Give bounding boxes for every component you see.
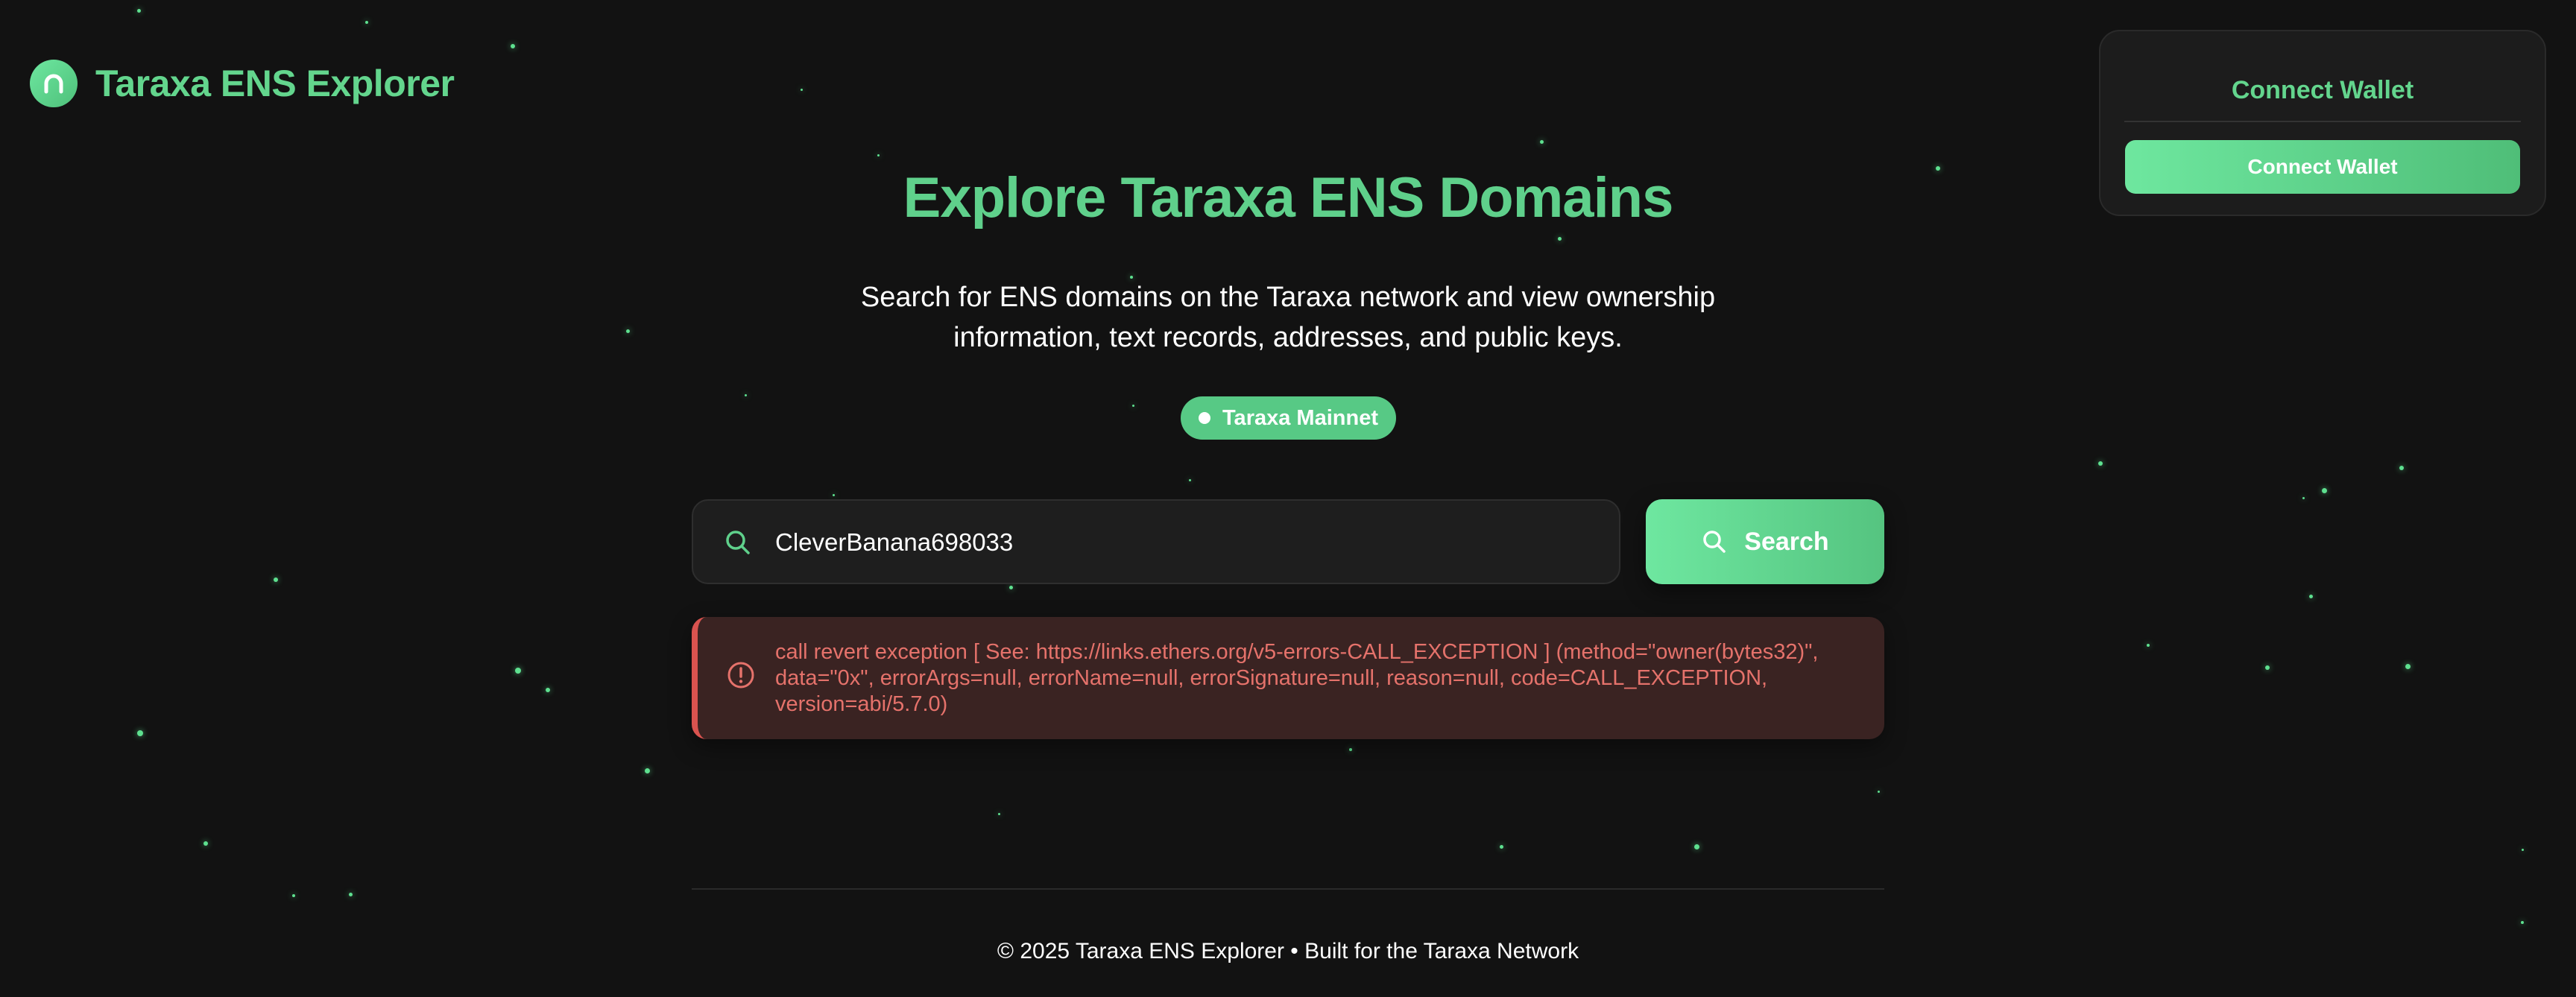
particle-dot: [1008, 585, 1013, 589]
particle-dot: [1877, 790, 1880, 793]
particle-dot: [625, 329, 630, 333]
network-badge-label: Taraxa Mainnet: [1222, 405, 1378, 430]
particle-dot: [1693, 844, 1699, 849]
subtitle-line-2: information, text records, addresses, an…: [953, 322, 1623, 353]
particle-dot: [2265, 665, 2270, 670]
particle-dot: [348, 892, 353, 896]
particle-dot: [546, 688, 550, 692]
network-badge: Taraxa Mainnet: [1181, 396, 1396, 440]
particle-dot: [2302, 496, 2305, 499]
divider: [2124, 121, 2521, 122]
particle-dot: [644, 767, 650, 773]
particle-dot: [365, 21, 368, 24]
particle-dot: [832, 493, 835, 496]
particle-dot: [136, 8, 141, 13]
particle-dot: [1557, 236, 1562, 241]
particle-dot: [997, 812, 1000, 815]
alert-circle-icon: [726, 660, 756, 690]
error-alert: call revert exception [ See: https://lin…: [692, 617, 1884, 739]
page-subtitle: Search for ENS domains on the Taraxa net…: [820, 277, 1756, 358]
page-title: Explore Taraxa ENS Domains: [903, 166, 1674, 230]
particle-dot: [877, 153, 880, 156]
particle-dot: [274, 577, 278, 582]
wallet-card-title: Connect Wallet: [2231, 76, 2414, 104]
particle-dot: [2521, 921, 2524, 924]
search-input[interactable]: [775, 516, 1595, 569]
search-button[interactable]: Search: [1646, 499, 1884, 584]
particle-dot: [1499, 844, 1503, 849]
particle-dot: [800, 88, 803, 91]
footer-divider: [692, 888, 1884, 890]
page: Taraxa ENS Explorer Connect Wallet Conne…: [0, 0, 2576, 997]
particle-dot: [511, 44, 515, 48]
particle-dot: [744, 393, 747, 396]
search-icon: [723, 528, 753, 557]
particle-dot: [2405, 663, 2411, 669]
search-icon: [1701, 528, 1728, 555]
particle-dot: [1188, 478, 1191, 481]
particle-dot: [203, 841, 208, 846]
particle-dot: [2098, 461, 2103, 466]
search-button-label: Search: [1744, 527, 1829, 556]
particle-dot: [1131, 404, 1134, 407]
particle-dot: [515, 668, 521, 674]
subtitle-line-1: Search for ENS domains on the Taraxa net…: [860, 282, 1716, 313]
app-title: Taraxa ENS Explorer: [95, 63, 455, 104]
search-box: [692, 499, 1620, 584]
error-message: call revert exception [ See: https://lin…: [775, 640, 1819, 716]
particle-dot: [1539, 139, 1544, 144]
particle-dot: [2321, 487, 2327, 493]
particle-dot: [2521, 848, 2524, 851]
particle-dot: [137, 730, 143, 736]
particle-dot: [2147, 644, 2150, 647]
particle-dot: [2308, 594, 2313, 598]
particle-dot: [1349, 748, 1352, 751]
particle-dot: [2399, 466, 2404, 470]
footer-text: © 2025 Taraxa ENS Explorer • Built for t…: [997, 939, 1579, 963]
status-dot-icon: [1199, 412, 1210, 424]
particle-dot: [292, 894, 295, 897]
arch-icon: [30, 60, 78, 107]
brand[interactable]: Taraxa ENS Explorer: [30, 60, 455, 107]
